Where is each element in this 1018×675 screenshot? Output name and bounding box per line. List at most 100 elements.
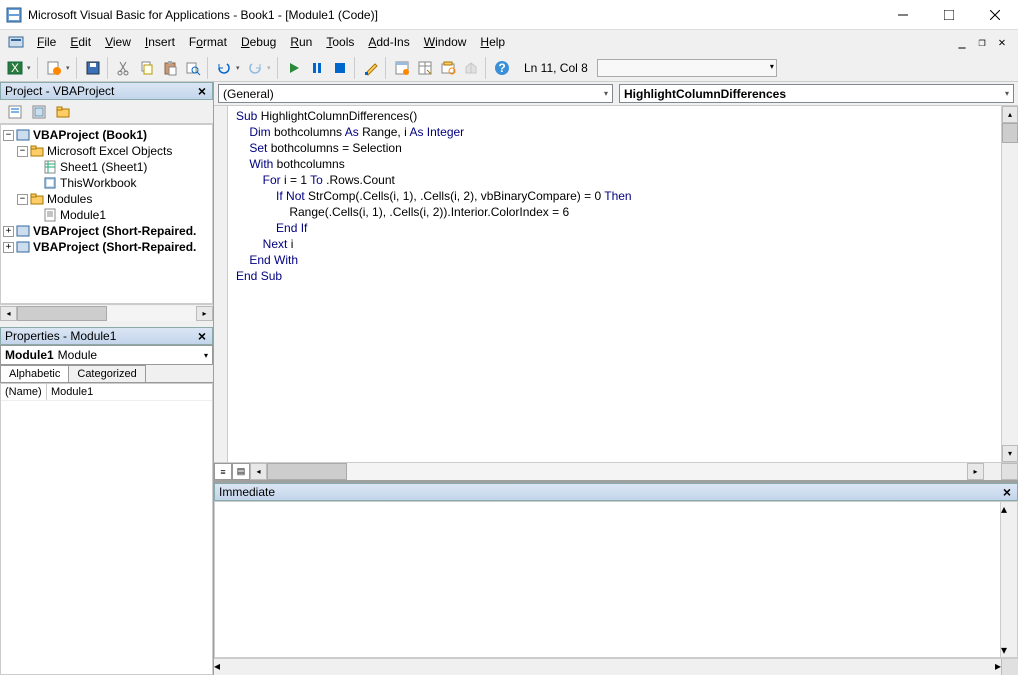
toggle-folders-button[interactable] xyxy=(52,101,74,123)
find-button[interactable] xyxy=(182,57,204,79)
toolbox-button[interactable] xyxy=(460,57,482,79)
cut-button[interactable] xyxy=(113,57,135,79)
view-excel-button[interactable]: X xyxy=(4,57,26,79)
menu-addins[interactable]: Add-Ins xyxy=(361,33,416,51)
dropdown-icon[interactable]: ▾ xyxy=(604,89,608,98)
scroll-thumb[interactable] xyxy=(267,463,347,480)
procedure-combo[interactable]: HighlightColumnDifferences▾ xyxy=(619,84,1014,103)
view-code-button[interactable] xyxy=(4,101,26,123)
toolbar-field[interactable]: ▾ xyxy=(597,59,777,77)
collapse-icon[interactable]: − xyxy=(17,146,28,157)
properties-object-selector[interactable]: Module1 Module ▾ xyxy=(0,345,213,365)
tree-item[interactable]: VBAProject (Short-Repaired. xyxy=(33,224,196,238)
scrollbar-horizontal[interactable]: ◂ ▸ xyxy=(0,304,213,321)
tree-item[interactable]: Sheet1 (Sheet1) xyxy=(60,160,147,174)
expand-icon[interactable]: + xyxy=(3,226,14,237)
tree-item[interactable]: Microsoft Excel Objects xyxy=(47,144,172,158)
menu-debug[interactable]: Debug xyxy=(234,33,283,51)
scrollbar-vertical[interactable]: ▴ ▾ xyxy=(1000,502,1017,657)
menu-insert[interactable]: Insert xyxy=(138,33,182,51)
scroll-right-icon[interactable]: ▸ xyxy=(196,306,213,321)
dropdown-icon[interactable]: ▾ xyxy=(66,64,73,72)
collapse-icon[interactable]: − xyxy=(3,130,14,141)
size-grip[interactable] xyxy=(1001,463,1018,480)
design-mode-button[interactable] xyxy=(360,57,382,79)
copy-button[interactable] xyxy=(136,57,158,79)
dropdown-icon[interactable]: ▾ xyxy=(204,351,208,360)
tree-item[interactable]: VBAProject (Short-Repaired. xyxy=(33,240,196,254)
scrollbar-vertical[interactable]: ▴ ▾ xyxy=(1001,106,1018,462)
tab-alphabetic[interactable]: Alphabetic xyxy=(0,365,69,382)
menu-file[interactable]: File xyxy=(30,33,63,51)
scroll-down-icon[interactable]: ▾ xyxy=(1002,445,1018,462)
dropdown-icon[interactable]: ▾ xyxy=(1005,89,1009,98)
minimize-button[interactable] xyxy=(880,0,926,30)
code-editor[interactable]: Sub HighlightColumnDifferences() Dim bot… xyxy=(228,106,1001,462)
project-explorer-button[interactable] xyxy=(391,57,413,79)
dropdown-icon[interactable]: ▾ xyxy=(236,64,243,72)
scroll-right-icon[interactable]: ▸ xyxy=(967,463,984,480)
view-object-button[interactable] xyxy=(28,101,50,123)
size-grip[interactable] xyxy=(1001,659,1018,675)
scroll-up-icon[interactable]: ▴ xyxy=(1001,502,1017,516)
system-menu-icon[interactable] xyxy=(8,34,24,50)
tab-categorized[interactable]: Categorized xyxy=(68,365,145,382)
full-module-view-button[interactable]: ▤ xyxy=(232,463,250,480)
reset-button[interactable] xyxy=(329,57,351,79)
properties-title: Properties - Module1 xyxy=(5,329,116,343)
project-tree[interactable]: −VBAProject (Book1) −Microsoft Excel Obj… xyxy=(0,124,213,304)
dropdown-icon[interactable]: ▾ xyxy=(267,64,274,72)
object-combo-value: (General) xyxy=(223,87,274,101)
folder-icon xyxy=(30,192,44,206)
close-button[interactable] xyxy=(972,0,1018,30)
scroll-left-icon[interactable]: ◂ xyxy=(250,463,267,480)
svg-text:X: X xyxy=(11,61,19,75)
properties-button[interactable] xyxy=(414,57,436,79)
scroll-up-icon[interactable]: ▴ xyxy=(1002,106,1018,123)
menu-tools[interactable]: Tools xyxy=(319,33,361,51)
mdi-minimize-button[interactable]: ‗ xyxy=(954,35,970,49)
properties-grid[interactable]: (Name) Module1 xyxy=(0,383,213,675)
close-icon[interactable]: × xyxy=(999,484,1015,500)
close-icon[interactable]: × xyxy=(194,328,210,344)
property-value[interactable]: Module1 xyxy=(47,384,212,400)
project-icon xyxy=(16,224,30,238)
scrollbar-horizontal[interactable]: ◂ ▸ xyxy=(214,658,1018,675)
break-button[interactable] xyxy=(306,57,328,79)
scroll-left-icon[interactable]: ◂ xyxy=(0,306,17,321)
scroll-down-icon[interactable]: ▾ xyxy=(1001,643,1017,657)
expand-icon[interactable]: + xyxy=(3,242,14,253)
mdi-restore-button[interactable]: ❐ xyxy=(974,35,990,49)
code-margin[interactable] xyxy=(214,106,228,462)
redo-button[interactable] xyxy=(244,57,266,79)
help-button[interactable]: ? xyxy=(491,57,513,79)
menu-view[interactable]: View xyxy=(98,33,138,51)
undo-button[interactable] xyxy=(213,57,235,79)
tree-item[interactable]: VBAProject (Book1) xyxy=(33,128,147,142)
menu-format[interactable]: Format xyxy=(182,33,234,51)
mdi-close-button[interactable]: ✕ xyxy=(994,35,1010,49)
menu-window[interactable]: Window xyxy=(417,33,474,51)
tree-item[interactable]: ThisWorkbook xyxy=(60,176,136,190)
dropdown-icon[interactable]: ▾ xyxy=(27,64,34,72)
close-icon[interactable]: × xyxy=(194,83,210,99)
paste-button[interactable] xyxy=(159,57,181,79)
tree-item[interactable]: Module1 xyxy=(60,208,106,222)
insert-module-button[interactable] xyxy=(43,57,65,79)
menu-help[interactable]: Help xyxy=(473,33,512,51)
immediate-input[interactable] xyxy=(215,502,1000,657)
procedure-view-button[interactable]: ≡ xyxy=(214,463,232,480)
run-button[interactable] xyxy=(283,57,305,79)
maximize-button[interactable] xyxy=(926,0,972,30)
tree-item[interactable]: Modules xyxy=(47,192,92,206)
menu-edit[interactable]: Edit xyxy=(63,33,98,51)
property-key[interactable]: (Name) xyxy=(1,384,47,400)
menu-run[interactable]: Run xyxy=(283,33,319,51)
save-button[interactable] xyxy=(82,57,104,79)
scrollbar-horizontal[interactable]: ≡ ▤ ◂ ▸ xyxy=(214,462,1018,480)
scroll-thumb[interactable] xyxy=(17,306,107,321)
collapse-icon[interactable]: − xyxy=(17,194,28,205)
scroll-thumb[interactable] xyxy=(1002,123,1018,143)
object-combo[interactable]: (General) ▾ xyxy=(218,84,613,103)
object-browser-button[interactable] xyxy=(437,57,459,79)
